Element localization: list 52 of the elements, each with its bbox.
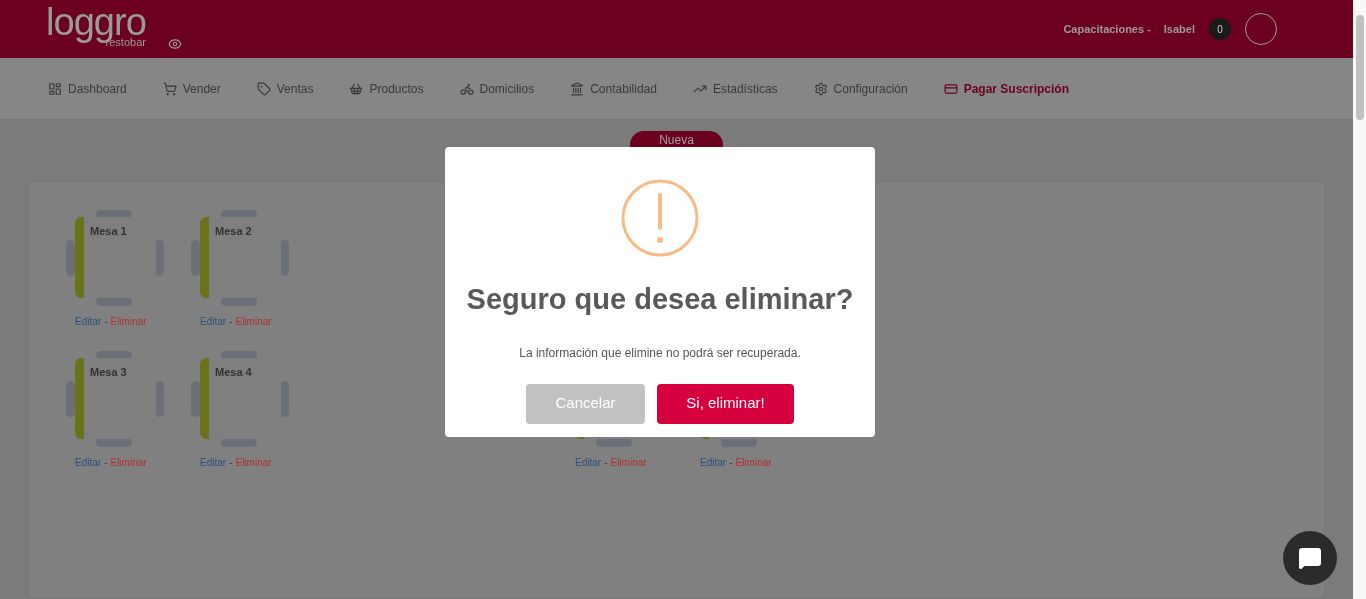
basket-icon — [349, 81, 364, 96]
bicycle-icon — [459, 81, 474, 96]
nav-tab[interactable]: Vender — [162, 79, 221, 98]
warning-icon — [620, 178, 700, 258]
nav-tab[interactable]: Productos — [349, 79, 424, 98]
dashboard-icon — [48, 81, 62, 96]
cart-icon — [162, 81, 177, 96]
nav-tab[interactable]: Pagar Suscripción — [943, 79, 1070, 98]
separator-text: - — [229, 315, 233, 329]
separator-text: - — [104, 456, 108, 470]
confirm-button[interactable]: Si, eliminar! — [657, 383, 794, 424]
separator-text: - — [104, 315, 108, 329]
nav-tab[interactable]: Estadísticas — [692, 79, 778, 98]
company-name: Capacitaciones - — [1063, 21, 1151, 37]
cancel-button[interactable]: Cancelar — [526, 383, 645, 424]
table-name: Mesa 2 — [215, 224, 252, 239]
table-top[interactable]: Mesa 3 — [75, 358, 156, 439]
chat-icon — [1298, 546, 1322, 570]
chair — [66, 381, 75, 417]
eye-icon[interactable] — [167, 37, 182, 51]
edit-link[interactable]: Editar — [700, 455, 727, 470]
table-top[interactable]: Mesa 1 — [75, 217, 156, 298]
edit-link[interactable]: Editar — [75, 314, 102, 329]
table-name: Mesa 3 — [90, 365, 127, 380]
edit-link[interactable]: Editar — [200, 314, 227, 329]
separator-text: - — [729, 456, 733, 470]
edit-link[interactable]: Editar — [75, 455, 102, 470]
chair — [191, 240, 200, 276]
chair — [191, 381, 200, 417]
nav-tab[interactable]: Configuración — [813, 79, 908, 98]
table-top[interactable]: Mesa 4 — [200, 358, 281, 439]
separator-text: - — [229, 456, 233, 470]
table-name: Mesa 4 — [215, 365, 252, 380]
nav-tab[interactable]: Ventas — [256, 79, 314, 98]
edit-link[interactable]: Editar — [200, 455, 227, 470]
table-name: Mesa 1 — [90, 224, 127, 239]
nav-tab[interactable]: Domicilios — [459, 79, 535, 98]
credit-card-icon — [943, 81, 958, 96]
nav-tab[interactable]: Contabilidad — [570, 79, 657, 98]
settings-icon — [813, 81, 828, 96]
nav-tab[interactable]: Dashboard — [48, 79, 127, 98]
user-name: Isabel — [1163, 21, 1195, 37]
notification-count[interactable]: 0 — [1209, 18, 1231, 40]
dialog-title: Seguro que desea eliminar? — [466, 282, 854, 317]
tag-icon — [256, 81, 271, 96]
edit-link[interactable]: Editar — [575, 455, 602, 470]
scrollbar[interactable] — [1353, 0, 1366, 599]
dialog-message: La información que elimine no podrá ser recuperada. — [519, 344, 801, 362]
bank-icon — [570, 81, 585, 96]
separator-text: - — [604, 456, 608, 470]
chair — [66, 240, 75, 276]
table-top[interactable]: Mesa 2 — [200, 217, 281, 298]
